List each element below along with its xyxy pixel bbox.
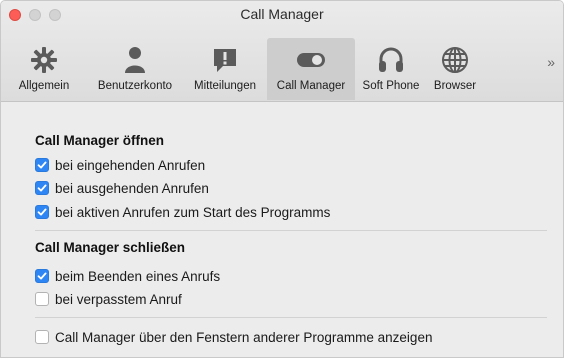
preferences-window: Call Manager Allgemein Benutzerkonto Mit… [0, 0, 564, 358]
preferences-tabs: Allgemein Benutzerkonto Mitteilungen Cal… [1, 38, 483, 100]
tab-browser[interactable]: Browser [427, 38, 483, 100]
close-option-missed-call[interactable]: bei verpasstem Anruf [35, 290, 182, 308]
checkbox-label: Call Manager über den Fenstern anderer P… [55, 329, 433, 345]
tab-label: Mitteilungen [193, 80, 256, 92]
checkbox[interactable] [35, 181, 49, 195]
user-icon [122, 46, 148, 74]
checkmark-icon [37, 272, 47, 280]
open-section-title: Call Manager öffnen [35, 133, 165, 148]
checkmark-icon [37, 161, 47, 169]
toolbar: Call Manager Allgemein Benutzerkonto Mit… [1, 1, 563, 102]
checkbox[interactable] [35, 205, 49, 219]
open-option-active-on-start[interactable]: bei aktiven Anrufen zum Start des Progra… [35, 203, 330, 221]
toggle-icon [295, 46, 327, 74]
option-always-on-top[interactable]: Call Manager über den Fenstern anderer P… [35, 328, 432, 346]
tab-mitteilungen[interactable]: Mitteilungen [183, 38, 267, 100]
tab-label: Browser [433, 80, 477, 92]
gear-icon [29, 46, 59, 74]
checkbox-label: beim Beenden eines Anrufs [55, 268, 221, 284]
tab-benutzerkonto[interactable]: Benutzerkonto [87, 38, 183, 100]
close-option-call-end[interactable]: beim Beenden eines Anrufs [35, 267, 220, 285]
close-section-title: Call Manager schließen [35, 240, 186, 255]
tab-soft-phone[interactable]: Soft Phone [355, 38, 427, 100]
checkbox-label: bei aktiven Anrufen zum Start des Progra… [55, 204, 331, 220]
divider [35, 230, 547, 231]
checkbox[interactable] [35, 269, 49, 283]
checkbox[interactable] [35, 158, 49, 172]
call-manager-settings: Call Manager öffnen bei eingehenden Anru… [1, 103, 563, 357]
notification-icon [211, 46, 239, 74]
checkmark-icon [37, 184, 47, 192]
headset-icon [376, 46, 406, 74]
checkmark-icon [37, 208, 47, 216]
tab-allgemein[interactable]: Allgemein [1, 38, 87, 100]
open-option-outgoing[interactable]: bei ausgehenden Anrufen [35, 179, 209, 197]
checkbox-label: bei verpasstem Anruf [55, 291, 182, 307]
more-tabs-chevron-icon[interactable]: » [547, 54, 555, 70]
tab-label: Soft Phone [362, 80, 420, 92]
checkbox-label: bei ausgehenden Anrufen [55, 180, 209, 196]
window-title: Call Manager [240, 6, 324, 22]
tab-label: Call Manager [276, 80, 346, 92]
checkbox[interactable] [35, 292, 49, 306]
tab-label: Benutzerkonto [97, 80, 173, 92]
tab-label: Allgemein [18, 80, 70, 92]
checkbox-label: bei eingehenden Anrufen [55, 157, 206, 173]
divider [35, 317, 547, 318]
checkbox[interactable] [35, 330, 49, 344]
open-option-incoming[interactable]: bei eingehenden Anrufen [35, 156, 205, 174]
tab-call-manager[interactable]: Call Manager [267, 38, 355, 100]
globe-icon [440, 46, 470, 74]
